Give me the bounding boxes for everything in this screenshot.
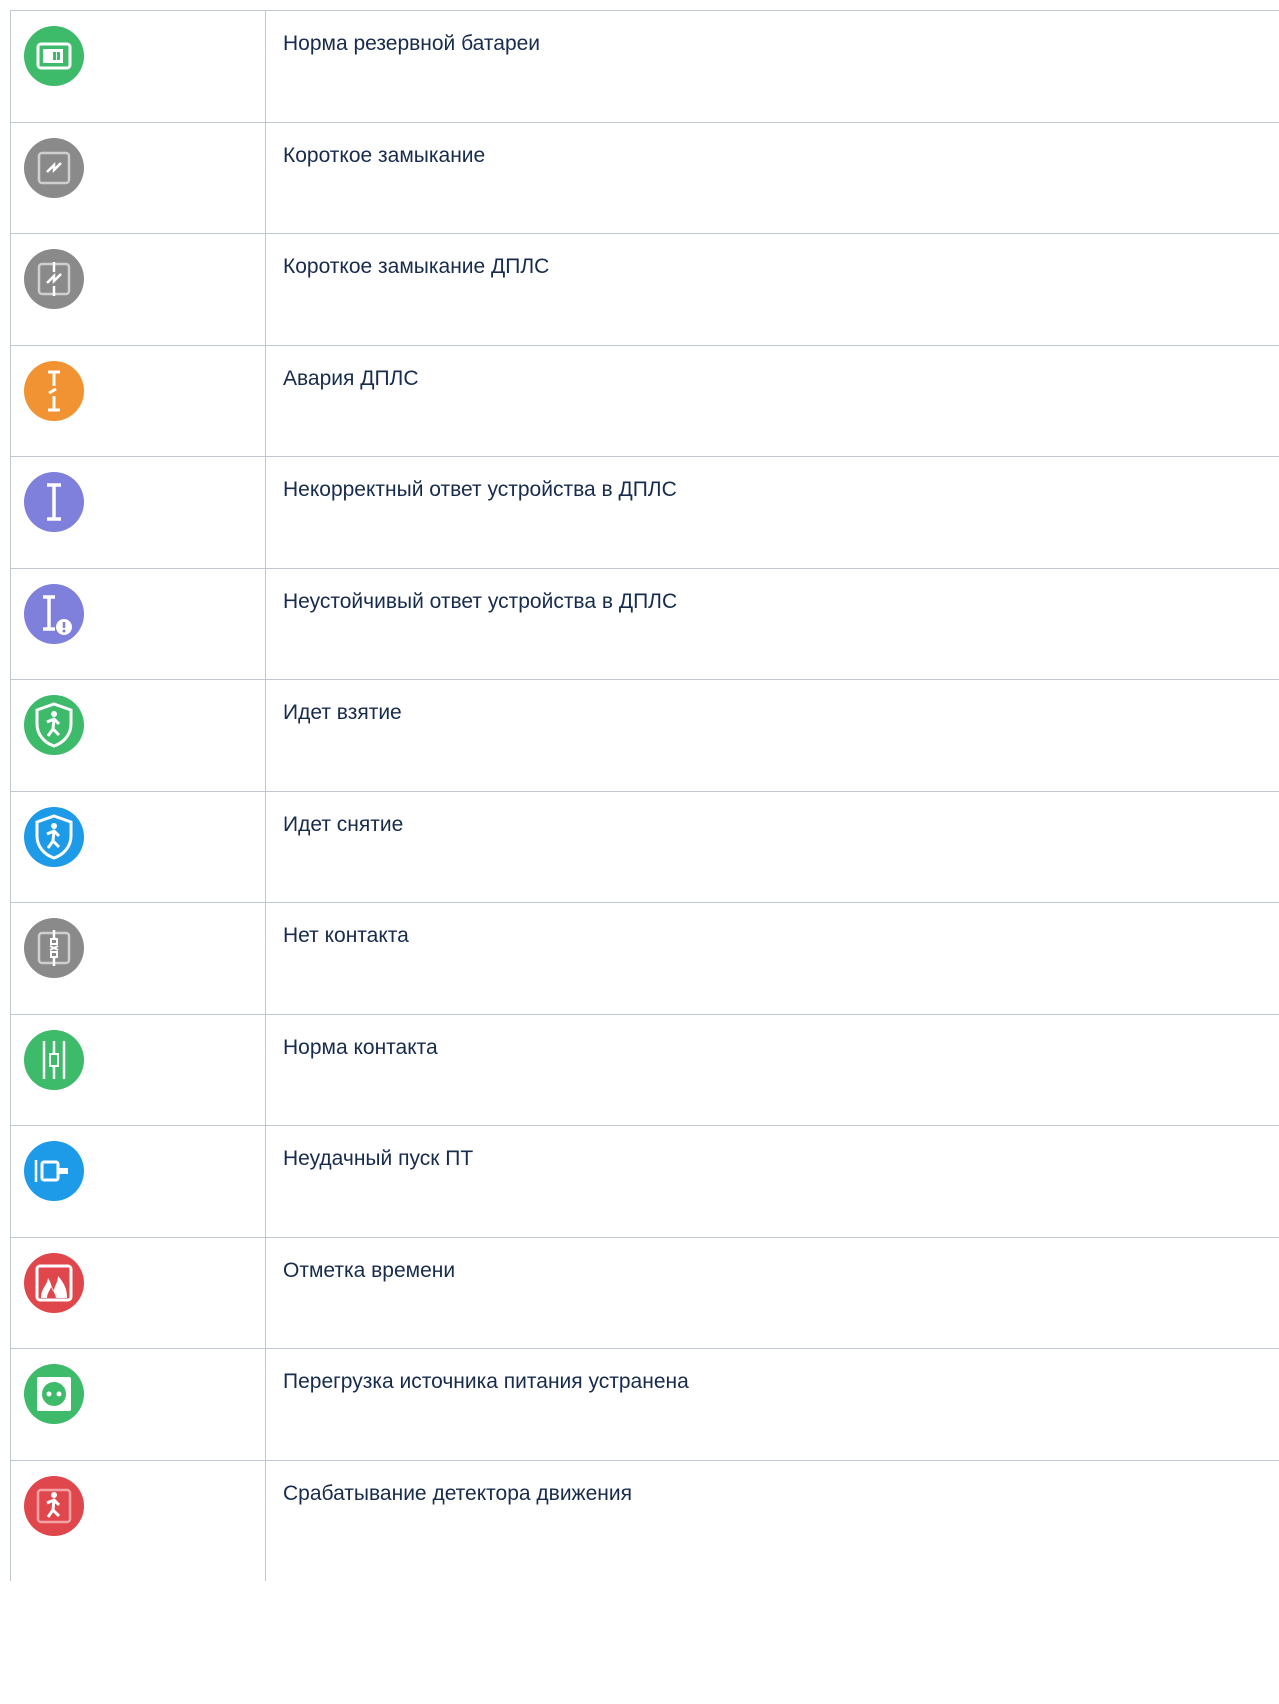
table-row: Идет взятие [10, 680, 1279, 792]
contact-normal-icon [24, 1029, 84, 1090]
table-row: Норма резервной батареи [10, 11, 1279, 123]
icon-cell [10, 457, 266, 568]
table-row: Авария ДПЛС [10, 345, 1279, 457]
motion-detector-triggered-icon [24, 1475, 84, 1536]
table-row: Срабатывание детектора движения [10, 1460, 1279, 1581]
table-row: Короткое замыкание ДПЛС [10, 234, 1279, 346]
icon-cell [10, 1460, 266, 1581]
icon-cell [10, 122, 266, 233]
icon-cell [10, 568, 266, 679]
row-label: Идет снятие [283, 812, 404, 836]
row-label: Некорректный ответ устройства в ДПЛС [283, 478, 677, 501]
row-label: Неустойчивый ответ устройства в ДПЛС [283, 589, 678, 613]
row-label: Неудачный пуск ПТ [283, 1147, 474, 1170]
table-row: Неудачный пуск ПТ [10, 1126, 1279, 1238]
dpls-failure-icon [24, 360, 84, 421]
row-label: Короткое замыкание ДПЛС [283, 255, 550, 278]
icon-cell [10, 680, 266, 791]
arming-in-progress-icon [24, 695, 84, 755]
table-row: Короткое замыкание [10, 122, 1279, 234]
icon-cell [10, 1349, 266, 1460]
row-label: Срабатывание детектора движения [283, 1481, 632, 1505]
row-label: Короткое замыкание [283, 143, 486, 167]
disarming-in-progress-icon [24, 806, 84, 867]
icon-cell [10, 234, 266, 345]
table-row: Некорректный ответ устройства в ДПЛС [10, 457, 1279, 569]
icon-cell [10, 345, 266, 456]
row-label: Перегрузка источника питания устранена [283, 1370, 689, 1393]
fire-extinguishing-start-failed-icon [24, 1141, 84, 1201]
table-row: Перегрузка источника питания устранена [10, 1349, 1279, 1461]
icon-cell [10, 11, 266, 122]
status-icon-table: Норма резервной батареи Короткое замыкан… [10, 10, 1279, 1581]
icon-cell [10, 1014, 266, 1125]
row-label: Идет взятие [283, 701, 402, 724]
battery-backup-normal-icon [24, 26, 84, 86]
no-contact-icon [24, 918, 84, 978]
power-overload-cleared-icon [24, 1364, 84, 1424]
table-row: Нет контакта [10, 903, 1279, 1015]
time-mark-icon [24, 1252, 84, 1313]
dpls-device-unstable-response-icon [24, 583, 84, 644]
short-circuit-icon [24, 137, 84, 198]
table-row: Отметка времени [10, 1237, 1279, 1349]
icon-cell [10, 1126, 266, 1237]
icon-cell [10, 1237, 266, 1348]
row-label: Норма резервной батареи [283, 32, 541, 55]
row-label: Нет контакта [283, 924, 409, 947]
icon-cell [10, 791, 266, 902]
row-label: Отметка времени [283, 1258, 456, 1282]
table-row: Норма контакта [10, 1014, 1279, 1126]
row-label: Авария ДПЛС [283, 366, 419, 390]
dpls-short-circuit-icon [24, 249, 84, 309]
row-label: Норма контакта [283, 1035, 438, 1059]
dpls-device-incorrect-response-icon [24, 472, 84, 532]
icon-cell [10, 903, 266, 1014]
table-row: Идет снятие [10, 791, 1279, 903]
table-row: Неустойчивый ответ устройства в ДПЛС [10, 568, 1279, 680]
